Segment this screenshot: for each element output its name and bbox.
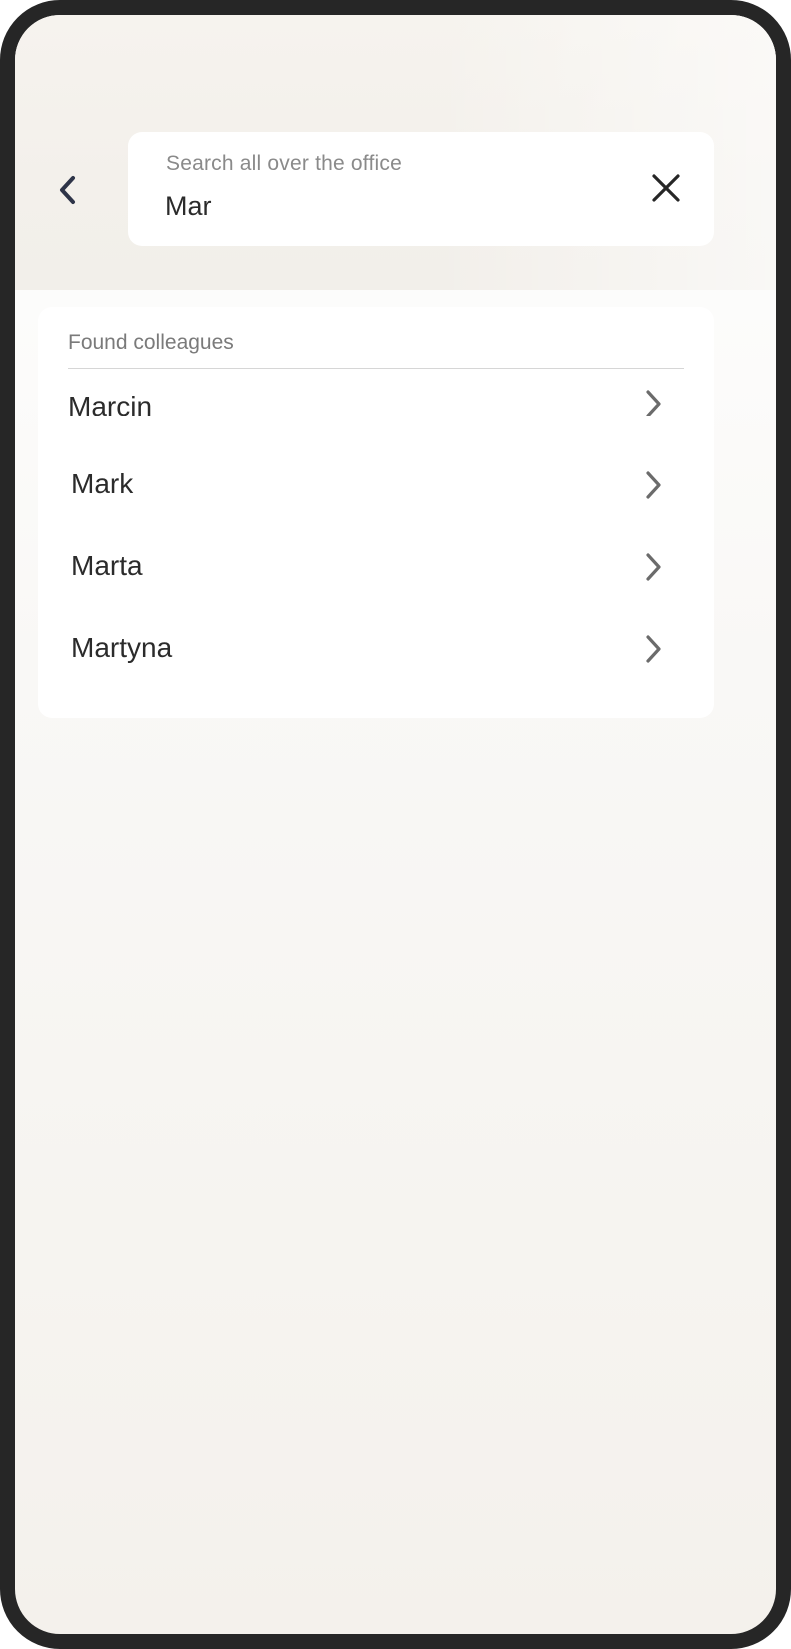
close-icon: [652, 174, 680, 202]
list-item[interactable]: Martyna: [38, 618, 714, 678]
colleague-name: Mark: [71, 468, 134, 499]
colleague-name: Marta: [71, 550, 143, 581]
list-item[interactable]: Marcin: [38, 369, 714, 416]
search-box[interactable]: Search all over the office: [128, 132, 714, 246]
results-header: Found colleagues: [68, 331, 234, 354]
results-card: Found colleagues Marcin Mark Marta Marty…: [38, 307, 714, 718]
back-button[interactable]: [43, 165, 93, 215]
list-item[interactable]: Marta: [38, 536, 714, 596]
colleague-list: Marcin Mark Marta Martyna: [38, 369, 714, 709]
chevron-left-icon: [60, 176, 75, 204]
chevron-right-icon: [646, 635, 661, 663]
search-placeholder: Search all over the office: [166, 152, 402, 175]
chevron-right-icon: [646, 390, 661, 416]
chevron-right-icon: [646, 471, 661, 499]
colleague-name: Marcin: [68, 391, 153, 416]
list-item[interactable]: Mark: [38, 454, 714, 514]
chevron-right-icon: [646, 553, 661, 581]
clear-search-button[interactable]: [640, 162, 692, 214]
colleague-name: Martyna: [71, 632, 173, 663]
phone-screen: Search all over the office Found colleag…: [0, 0, 791, 1649]
search-input[interactable]: [165, 188, 605, 224]
